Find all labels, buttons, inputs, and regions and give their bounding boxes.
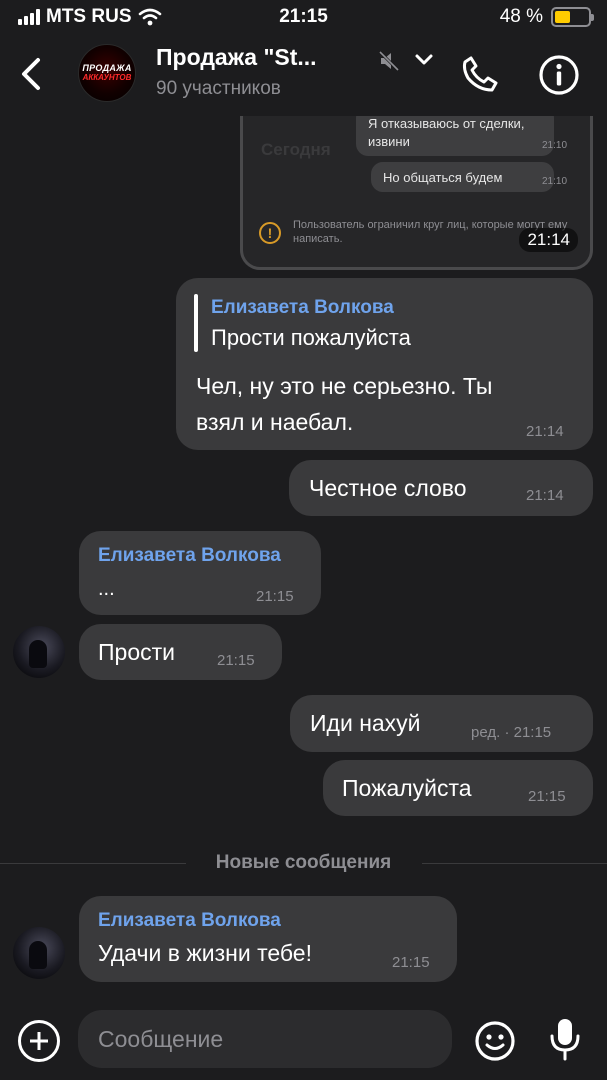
message-time: 21:14	[526, 487, 564, 504]
sender-name[interactable]: Елизавета Волкова	[98, 910, 281, 932]
message-text: Прости	[98, 639, 175, 665]
chat-header: ПРОДАЖА АККАУНТОВ Продажа "St... 90 учас…	[0, 36, 607, 116]
message-meta: ред. · 21:15	[471, 724, 552, 741]
screenshot-text: Я отказываюсь от сделки,	[368, 116, 525, 131]
mute-icon	[378, 50, 400, 72]
screenshot-timestamp: 21:14	[519, 228, 578, 252]
reply-text: Прости пожалуйста	[211, 325, 411, 350]
message-text: Чел, ну это не серьезно. Ты	[196, 373, 493, 399]
message-time: 21:15	[392, 954, 430, 971]
divider-line	[422, 863, 607, 864]
chat-title[interactable]: Продажа "St...	[156, 44, 317, 71]
screenshot-time: 21:10	[542, 176, 568, 187]
status-bar: MTS RUS 21:15 48 %	[0, 0, 607, 34]
message-time: 21:14	[526, 423, 564, 440]
message-text: ...	[98, 578, 115, 600]
message-input[interactable]	[78, 1010, 452, 1068]
reply-quote-bar	[194, 294, 198, 352]
message-text: взял и наебал.	[196, 409, 354, 435]
screenshot-text: Но общаться будем	[383, 170, 503, 185]
message-text: Иди нахуй	[310, 710, 421, 736]
screenshot-image[interactable]: Сегодня Я отказываюсь от сделки, извини …	[240, 116, 593, 270]
avatar-line2: АККАУНТОВ	[82, 73, 132, 82]
chevron-down-icon[interactable]	[414, 52, 434, 68]
battery-percent: 48 %	[499, 6, 543, 27]
message-time: 21:15	[256, 588, 294, 605]
screenshot-text: извини	[368, 134, 410, 149]
reply-author: Елизавета Волкова	[211, 297, 394, 318]
battery-fill	[555, 11, 571, 23]
info-icon[interactable]	[538, 54, 580, 96]
message-time: 21:15	[217, 652, 255, 669]
sender-avatar[interactable]	[13, 626, 65, 678]
message-text: Пожалуйста	[342, 775, 472, 801]
chat-subtitle: 90 участников	[156, 78, 281, 99]
message-composer	[0, 1000, 607, 1080]
status-right: 48 %	[499, 6, 594, 28]
phone-icon[interactable]	[460, 54, 500, 94]
sender-avatar[interactable]	[13, 927, 65, 979]
message-text: Удачи в жизни тебе!	[98, 940, 312, 966]
chat-avatar[interactable]: ПРОДАЖА АККАУНТОВ	[78, 44, 136, 102]
screenshot-time: 21:10	[542, 140, 568, 151]
new-messages-divider: Новые сообщения	[0, 852, 607, 876]
avatar-line1: ПРОДАЖА	[82, 63, 132, 73]
emoji-icon[interactable]	[474, 1020, 516, 1062]
battery-icon	[551, 7, 594, 27]
message-time: 21:15	[528, 788, 566, 805]
plus-icon[interactable]	[18, 1020, 60, 1062]
screenshot-today-label: Сегодня	[261, 140, 331, 159]
message-text: Честное слово	[309, 475, 467, 501]
mic-icon[interactable]	[546, 1016, 584, 1062]
back-icon[interactable]	[14, 52, 48, 96]
warning-icon: !	[259, 222, 281, 244]
sender-name[interactable]: Елизавета Волкова	[98, 545, 281, 567]
